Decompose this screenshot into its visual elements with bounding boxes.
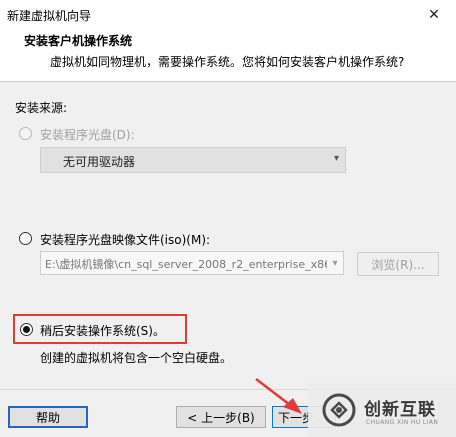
radio-install-iso[interactable]	[19, 232, 32, 245]
drive-select-value: 无可用驱动器	[63, 155, 136, 169]
install-disc-label: 安装程序光盘(D):	[40, 128, 135, 142]
radio-install-later[interactable]	[20, 323, 33, 336]
install-source-label: 安装来源:	[15, 101, 68, 115]
watermark: 创新互联 CHUANG XIN HU LIAN	[308, 383, 456, 437]
install-later-label: 稍后安装操作系统(S)。	[40, 324, 165, 338]
install-iso-label: 安装程序光盘映像文件(iso)(M):	[40, 233, 211, 247]
drive-select[interactable]: 无可用驱动器 ▾	[40, 147, 346, 173]
watermark-en: CHUANG XIN HU LIAN	[366, 419, 439, 426]
brand-logo-icon	[322, 393, 356, 427]
iso-path-value: E:\虚拟机镜像\cn_sql_server_2008_r2_enterpris…	[45, 258, 332, 271]
help-button[interactable]: 帮助	[8, 406, 88, 428]
iso-path-combobox[interactable]: E:\虚拟机镜像\cn_sql_server_2008_r2_enterpris…	[40, 251, 344, 275]
page-title: 安装客户机操作系统	[24, 34, 133, 48]
wizard-header: 安装客户机操作系统 虚拟机如同物理机，需要操作系统。您将如何安装客户机操作系统?	[0, 30, 456, 82]
page-subtitle: 虚拟机如同物理机，需要操作系统。您将如何安装客户机操作系统?	[50, 55, 405, 69]
chevron-down-icon: ▾	[333, 153, 339, 164]
window-title: 新建虚拟机向导	[7, 9, 92, 23]
chevron-down-icon[interactable]: ▾	[327, 252, 343, 274]
install-later-description: 创建的虚拟机将包含一个空白硬盘。	[40, 351, 233, 365]
watermark-cn: 创新互联	[364, 400, 436, 420]
browse-button[interactable]: 浏览(R)...	[357, 252, 439, 276]
window-titlebar: 新建虚拟机向导 ✕	[0, 0, 456, 30]
close-icon: ✕	[428, 7, 440, 23]
back-button[interactable]: < 上一步(B)	[176, 406, 266, 428]
close-button[interactable]: ✕	[412, 0, 456, 30]
radio-install-disc[interactable]	[19, 127, 32, 140]
